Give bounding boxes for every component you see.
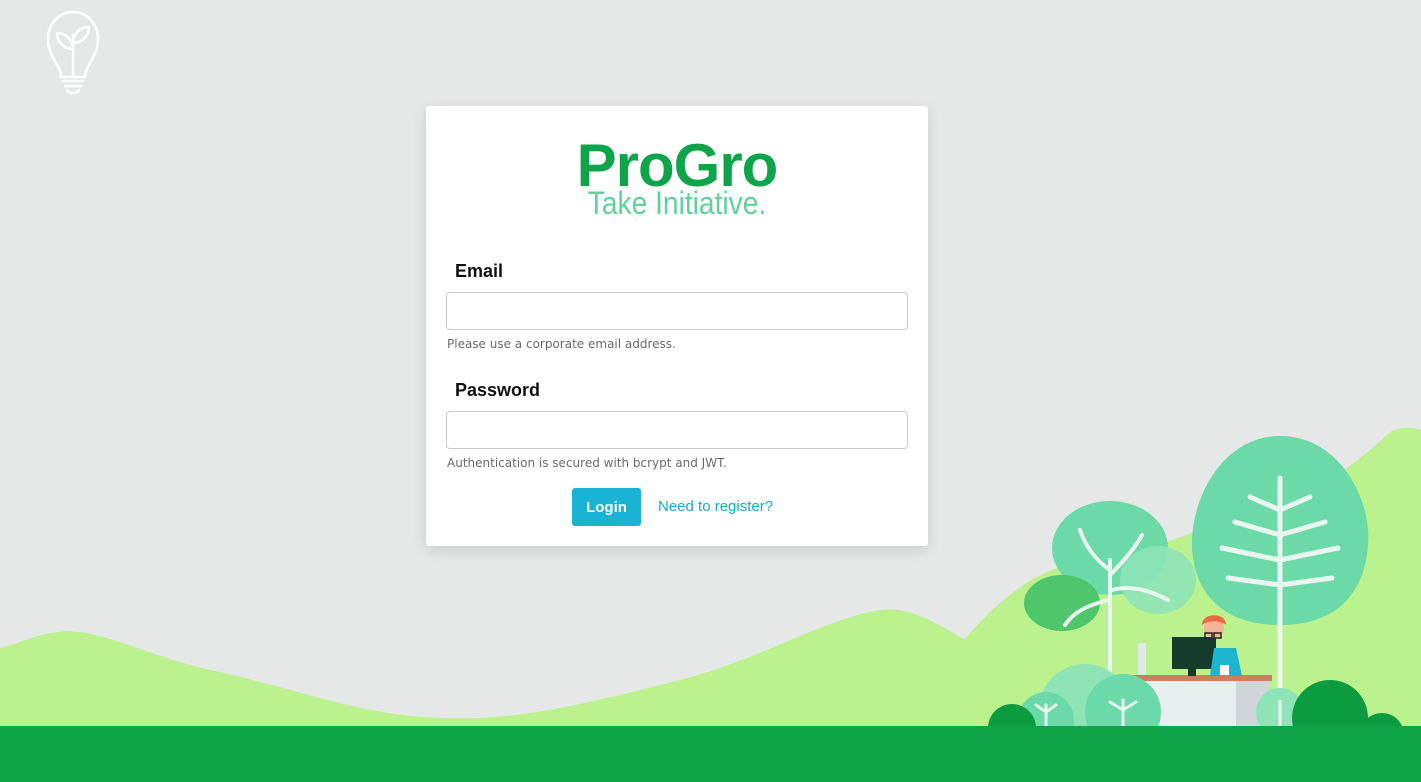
- password-field[interactable]: [446, 411, 908, 449]
- email-field[interactable]: [446, 292, 908, 330]
- password-help-text: Authentication is secured with bcrypt an…: [447, 456, 727, 470]
- brand-logo: ProGro Take Initiative.: [426, 136, 928, 221]
- login-card: ProGro Take Initiative. Email Please use…: [426, 106, 928, 546]
- register-link[interactable]: Need to register?: [658, 498, 773, 515]
- email-help-text: Please use a corporate email address.: [447, 337, 676, 351]
- password-label: Password: [455, 380, 541, 400]
- email-label: Email: [455, 261, 504, 281]
- lightbulb-sprout-icon: [46, 10, 100, 95]
- brand-tagline: Take Initiative.: [587, 185, 767, 221]
- login-button[interactable]: Login: [572, 488, 641, 526]
